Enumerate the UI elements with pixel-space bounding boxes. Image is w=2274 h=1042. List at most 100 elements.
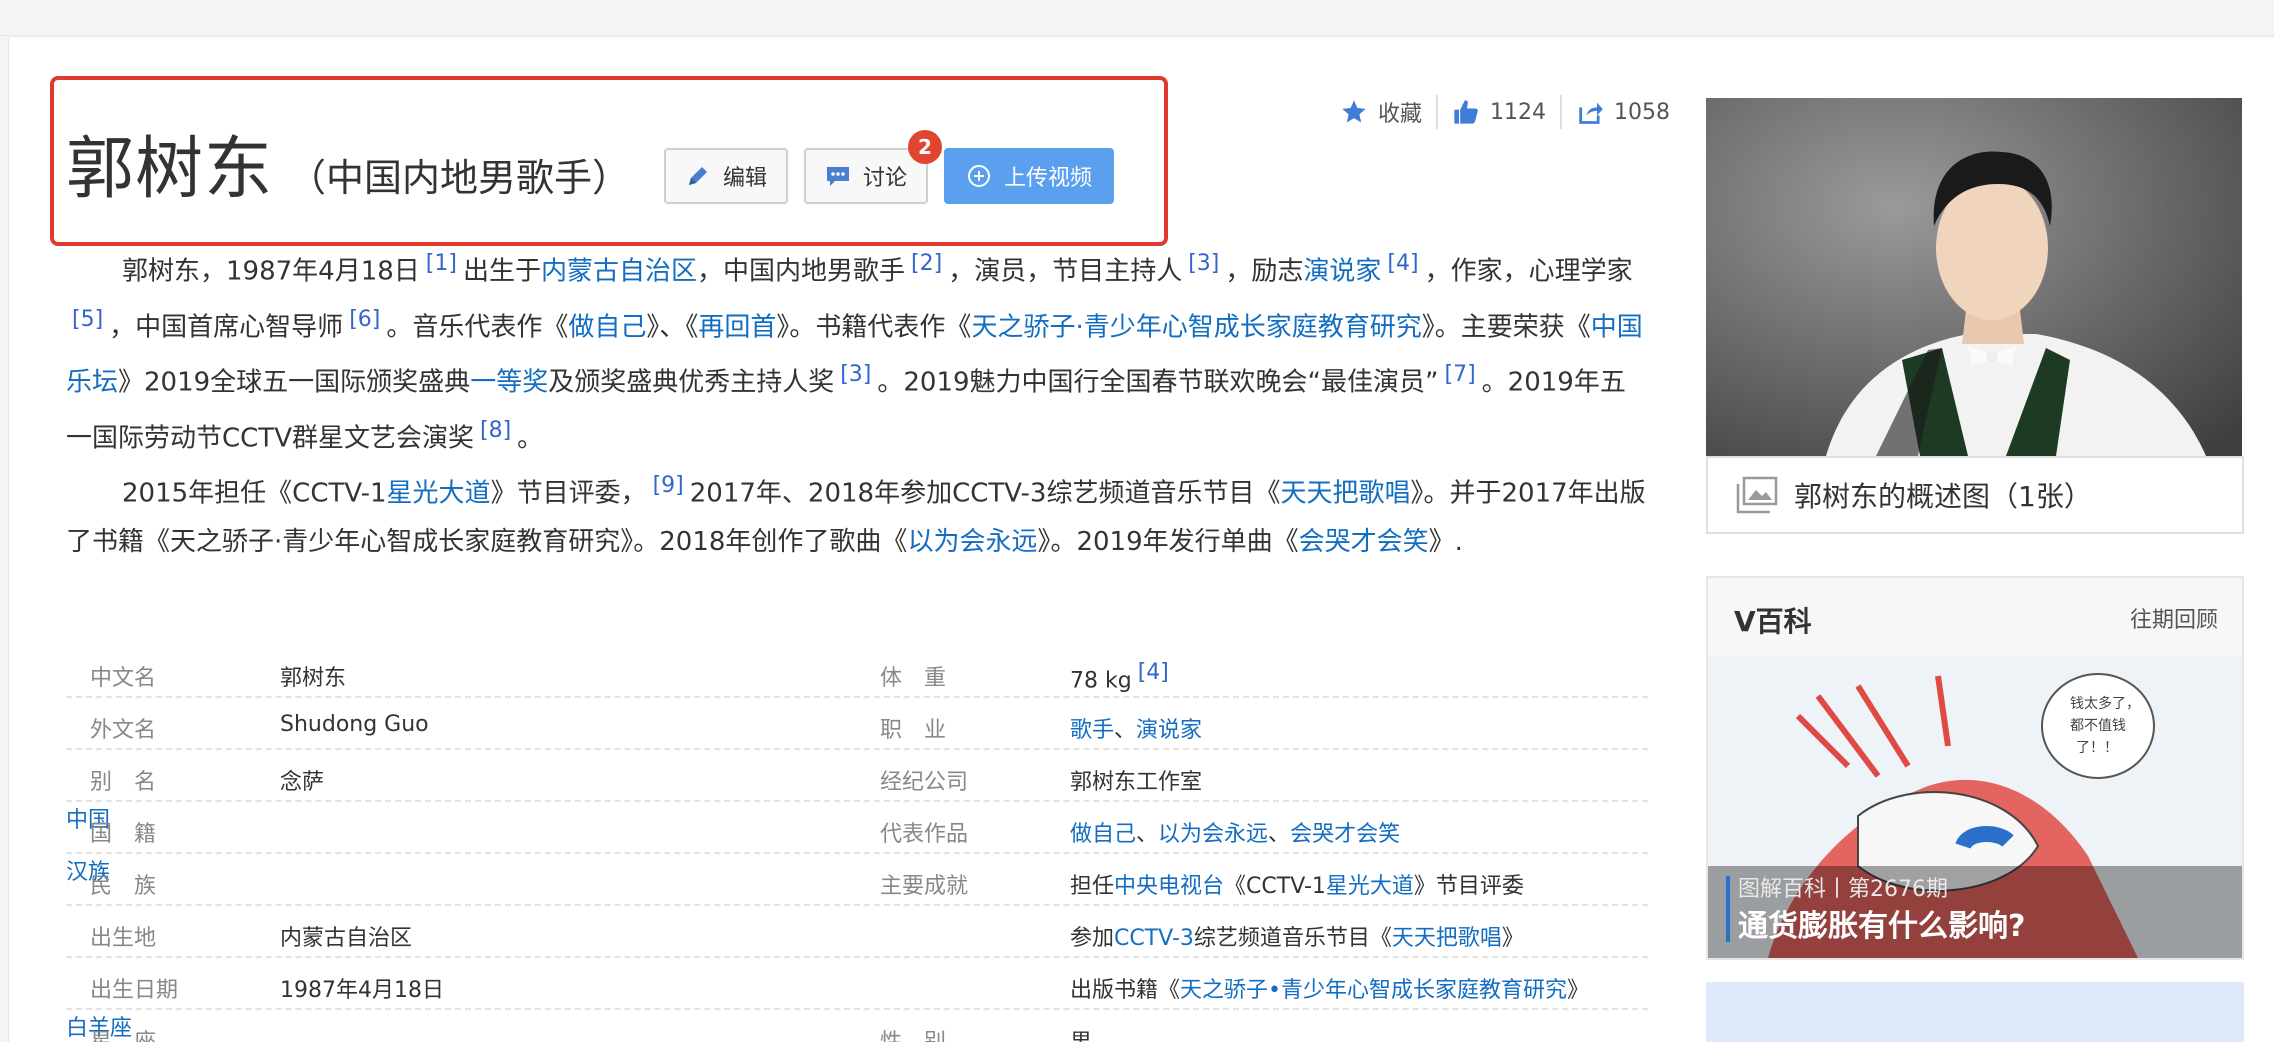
link-song-forever[interactable]: 以为会永远 <box>1158 822 1268 847</box>
discuss-button[interactable]: 讨论 <box>804 148 928 204</box>
reference-link[interactable]: [3] <box>1188 251 1219 276</box>
reference-link[interactable]: [5] <box>72 307 103 332</box>
summary-text: 》。主要荣获《 <box>1421 312 1591 343</box>
link-song-forever[interactable]: 以为会永远 <box>907 527 1037 557</box>
value-text: 担任 <box>1070 874 1115 899</box>
infobox-row: 国 籍 中国 代表作品 做自己、以为会永远、会哭才会笑 <box>66 802 1648 854</box>
summary-text: 。2019魅力中国行全国春节联欢晚会“最佳演员” <box>877 367 1439 398</box>
summary-text: ，励志 <box>1225 256 1304 287</box>
reference-link[interactable]: [3] <box>840 362 871 387</box>
infobox-value: 郭树东 <box>280 666 347 691</box>
link-inner-mongolia[interactable]: 内蒙古自治区 <box>541 257 697 287</box>
value-text: 《CCTV-1 <box>1224 874 1326 899</box>
summary-text: 及颁奖盛典优秀主持人奖 <box>548 367 835 398</box>
next-sidebar-module <box>1706 982 2244 1042</box>
infobox-value: 78 kg [4] <box>1070 660 1175 693</box>
link-song-cry-laugh[interactable]: 会哭才会笑 <box>1290 822 1400 847</box>
summary-text: 。 <box>517 423 544 454</box>
link-song-cry-laugh[interactable]: 会哭才会笑 <box>1299 527 1429 557</box>
bubble-line-3: 了！！ <box>2076 740 2118 756</box>
reference-link[interactable]: [1] <box>426 251 457 276</box>
like-count: 1124 <box>1490 99 1547 125</box>
reference-link[interactable]: [8] <box>480 418 511 443</box>
summary-photo[interactable] <box>1706 98 2242 456</box>
discuss-count-badge: 2 <box>908 130 942 164</box>
entry-actions: 收藏 1124 1058 <box>1340 92 1670 132</box>
infobox-value: 歌手、演说家 <box>1070 712 1202 744</box>
photo-caption-link[interactable]: 郭树东的概述图（1张） <box>1706 456 2244 534</box>
pencil-icon <box>688 167 707 185</box>
link-singer[interactable]: 歌手 <box>1070 718 1114 743</box>
link-song-be-yourself[interactable]: 做自己 <box>568 312 646 342</box>
summary-paragraph-2: 2015年担任《CCTV-1星光大道》节目评委， [9] 2017年、2018年参加… <box>66 462 1646 566</box>
summary-text: 》2019全球五一国际颁奖盛典 <box>118 367 471 398</box>
reference-link[interactable]: [4] <box>1387 251 1418 276</box>
reference-link[interactable]: [6] <box>349 307 380 332</box>
like-button[interactable]: 1124 <box>1452 98 1546 126</box>
infobox-label: 经纪公司 <box>880 770 969 795</box>
cartoon-illustration: 钱太多了， 都不值钱 了！！ 图解百科丨第2676期 通货膨胀有什么影响? <box>1708 656 2242 958</box>
vbaike-past-issues-link[interactable]: 往期回顾 <box>2130 602 2218 634</box>
summary-text: 》. <box>1428 526 1463 557</box>
edit-button-label: 编辑 <box>722 166 767 191</box>
upload-video-label: 上传视频 <box>1003 166 1092 191</box>
link-cctv[interactable]: 中央电视台 <box>1114 874 1224 899</box>
infobox-row: 别 名 念萨 经纪公司 郭树东工作室 <box>66 750 1648 802</box>
link-first-prize[interactable]: 一等奖 <box>470 368 548 398</box>
infobox-value: 内蒙古自治区 <box>280 926 413 951</box>
summary-text: ，中国首席心智导师 <box>109 312 344 343</box>
infobox-value: 参加CCTV-3综艺频道音乐节目《天天把歌唱》 <box>1070 920 1524 952</box>
upload-video-button[interactable]: 上传视频 <box>944 148 1114 204</box>
share-button[interactable]: 1058 <box>1576 98 1670 126</box>
star-icon <box>1342 100 1366 123</box>
infobox-row: 民 族 汉族 主要成就 担任中央电视台《CCTV-1星光大道》节目评委 <box>66 854 1648 906</box>
separator: 、 <box>1268 822 1291 847</box>
vbaike-series-label: 图解百科丨第2676期 <box>1738 877 1948 902</box>
link-cctv-3[interactable]: CCTV-3 <box>1114 926 1194 951</box>
infobox-label: 出生日期 <box>90 978 179 1003</box>
link-avenue-of-stars[interactable]: 星光大道 <box>1326 874 1414 899</box>
link-avenue-of-stars[interactable]: 星光大道 <box>387 479 491 509</box>
weight-value: 78 kg <box>1070 668 1132 694</box>
page-title: 郭树东 <box>66 130 274 209</box>
link-book[interactable]: 天之骄子·青少年心智成长家庭教育研究 <box>971 312 1421 342</box>
infobox-label: 国 籍 <box>90 822 157 847</box>
browser-top-strip <box>0 0 2274 36</box>
summary-paragraph-1: 郭树东，1987年4月18日 [1] 出生于内蒙古自治区，中国内地男歌手 [2] ，演员… <box>66 240 1646 463</box>
link-sing-every-day[interactable]: 天天把歌唱 <box>1280 479 1410 509</box>
summary-text: ，中国内地男歌手 <box>697 256 906 287</box>
reference-link[interactable]: [4] <box>1138 660 1169 685</box>
favorite-label: 收藏 <box>1378 102 1423 127</box>
discuss-button-label: 讨论 <box>862 166 907 191</box>
link-book[interactable]: 天之骄子•青少年心智成长家庭教育研究 <box>1180 978 1567 1003</box>
link-sing-every-day[interactable]: 天天把歌唱 <box>1392 926 1502 951</box>
reference-link[interactable]: [7] <box>1445 362 1476 387</box>
summary-text: 2017年、2018年参加CCTV-3综艺频道音乐节目《 <box>689 478 1281 509</box>
portrait-image <box>1706 98 2242 456</box>
vbaike-headline[interactable]: 通货膨胀有什么影响? <box>1738 909 2025 944</box>
summary-text: 。音乐代表作《 <box>386 312 569 343</box>
vbaike-feature-image[interactable]: 钱太多了， 都不值钱 了！！ 图解百科丨第2676期 通货膨胀有什么影响? <box>1708 656 2242 958</box>
infobox-row: 出生日期 1987年4月18日 出版书籍《天之骄子•青少年心智成长家庭教育研究》 <box>66 958 1648 1010</box>
link-song-be-yourself[interactable]: 做自己 <box>1070 822 1136 847</box>
infobox-row: 出生地 内蒙古自治区 参加CCTV-3综艺频道音乐节目《天天把歌唱》 <box>66 906 1648 958</box>
bubble-line-2: 都不值钱 <box>2070 718 2126 734</box>
link-speaker[interactable]: 演说家 <box>1136 718 1202 743</box>
page-subtitle: （中国内地男歌手） <box>288 156 631 200</box>
summary-text: ，作家，心理学家 <box>1424 256 1633 287</box>
infobox-row: 星 座 白羊座 性 别 男 <box>66 1010 1648 1042</box>
value-text: 》 <box>1567 978 1590 1003</box>
favorite-button[interactable]: 收藏 <box>1340 96 1422 128</box>
infobox-row: 中文名 郭树东 体 重 78 kg [4] <box>66 646 1648 698</box>
edit-button[interactable]: 编辑 <box>664 148 788 204</box>
value-text: 参加 <box>1070 926 1115 951</box>
action-divider <box>1560 95 1563 129</box>
infobox-label: 外文名 <box>90 718 157 743</box>
vbaike-header: V百科 往期回顾 <box>1708 578 2242 656</box>
reference-link[interactable]: [9] <box>653 473 684 498</box>
photo-caption-text: 郭树东的概述图（1张） <box>1794 480 2092 513</box>
link-speaker[interactable]: 演说家 <box>1303 257 1381 287</box>
summary-text: 》。书籍代表作《 <box>776 312 972 343</box>
link-song-look-back[interactable]: 再回首 <box>698 312 776 342</box>
reference-link[interactable]: [2] <box>911 251 942 276</box>
